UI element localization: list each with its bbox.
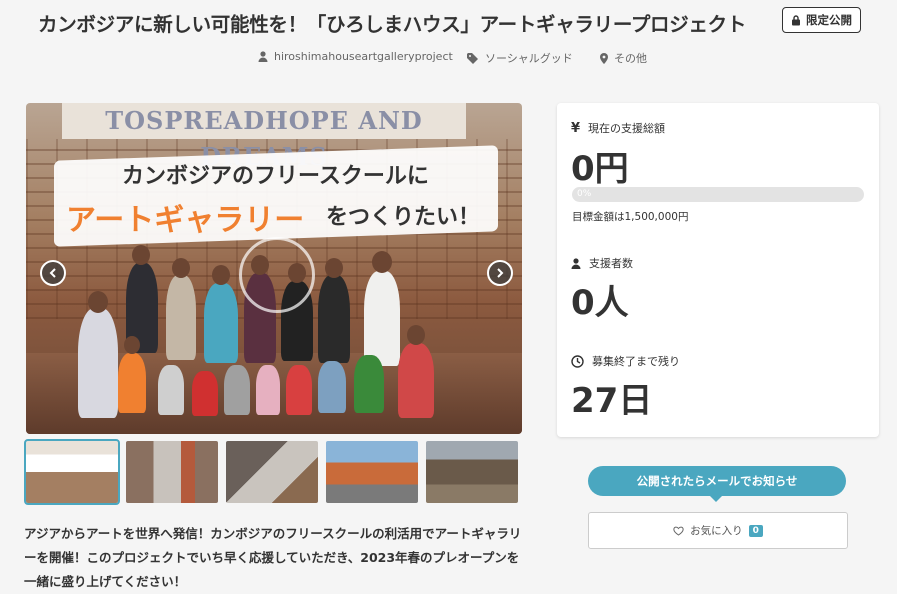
chevron-right-icon [497,268,504,278]
yen-icon: ¥ [571,120,581,136]
favorite-count: 0 [748,524,763,537]
map-pin-icon [600,52,608,64]
hero-overlay-line2-tail: をつくりたい！ [326,205,481,230]
page-title: カンボジアに新しい可能性を！「ひろしまハウス」アートギャラリープロジェクト [38,13,747,36]
total-label: 現在の支援総額 [588,122,666,135]
category-link[interactable]: ソーシャルグッド [467,50,573,66]
supporters-value: 0人 [571,283,629,323]
hero-image[interactable]: TOSPREADHOPE AND DREAMS カンボジアのフリースクールに ア… [26,103,522,434]
remaining-value: 27日 [571,381,653,421]
total-value: 0円 [571,149,629,189]
notify-button-tail [709,495,723,502]
thumbnail-1[interactable] [24,439,120,505]
remaining-label-row: 募集終了まで残り [571,353,680,369]
location-link[interactable]: その他 [600,50,647,66]
funding-stats-panel: ¥ 現在の支援総額 0円 0% 目標金額は1,500,000円 支援者数 0人 … [557,103,879,437]
goal-amount: 目標金額は1,500,000円 [572,211,689,223]
favorite-label: お気に入り [690,525,743,537]
lock-icon [792,14,800,25]
hero-overlay-line2-accent: アートギャラリー [66,203,305,238]
thumbnail-2[interactable] [126,441,218,503]
clock-icon [571,354,584,368]
progress-text: 0% [577,189,592,199]
total-label-row: ¥ 現在の支援総額 [571,120,665,136]
thumbnail-3[interactable] [226,441,318,503]
thumbnail-5[interactable] [426,441,518,503]
project-description: アジアからアートを世界へ発信！カンボジアのフリースクールの利活用でアートギャラリ… [24,526,522,589]
play-ring-icon[interactable] [239,237,315,313]
funding-progress-bar: 0% [572,187,864,202]
owner-link[interactable]: hiroshimahouseartgalleryproject [258,50,453,63]
user-icon [571,257,581,269]
thumbnail-strip [24,439,522,505]
thumbnail-4[interactable] [326,441,418,503]
remaining-label: 募集終了まで残り [592,355,680,368]
badge-label: 限定公開 [806,13,852,27]
notify-me-button[interactable]: 公開されたらメールでお知らせ [588,466,846,496]
owner-name: hiroshimahouseartgalleryproject [274,50,453,63]
user-icon [258,51,268,62]
tag-icon [467,52,478,64]
next-slide-button[interactable] [487,260,513,286]
supporters-label-row: 支援者数 [571,255,633,271]
favorite-button[interactable]: お気に入り 0 [588,512,848,549]
heart-icon [673,526,684,536]
hero-banner-text: TOSPREADHOPE AND DREAMS [62,103,466,171]
location-name: その他 [614,52,647,65]
chevron-left-icon [49,268,56,278]
private-badge: 限定公開 [782,7,861,33]
category-name: ソーシャルグッド [485,52,573,65]
prev-slide-button[interactable] [40,260,66,286]
supporters-label: 支援者数 [589,257,633,270]
title-row: カンボジアに新しい可能性を！「ひろしまハウス」アートギャラリープロジェクト 限定… [0,0,897,40]
hero-overlay-line1: カンボジアのフリースクールに [122,164,429,189]
